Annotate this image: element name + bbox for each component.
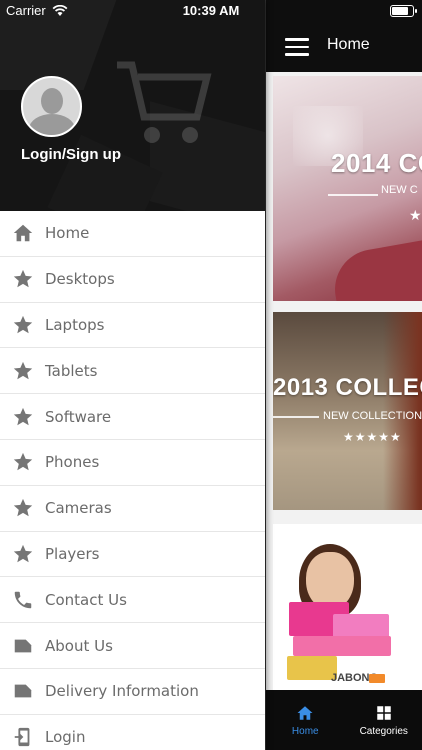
grid-icon <box>377 705 391 720</box>
sidebar-item-cameras[interactable]: Cameras <box>0 486 265 532</box>
banner-divider <box>273 416 319 418</box>
sidebar-item-about-us[interactable]: About Us <box>0 623 265 669</box>
login-icon <box>12 726 34 748</box>
sidebar-item-label: Contact Us <box>45 590 127 609</box>
sidebar-item-desktops[interactable]: Desktops <box>0 257 265 303</box>
status-time: 10:39 AM <box>182 3 240 18</box>
sidebar-item-home[interactable]: Home <box>0 211 265 257</box>
sidebar-item-label: Tablets <box>45 361 98 380</box>
tab-label: Categories <box>359 725 408 737</box>
login-signup-link[interactable]: Login/Sign up <box>21 146 121 163</box>
status-bar: Carrier 10:39 AM <box>0 0 422 22</box>
sidebar-item-contact-us[interactable]: Contact Us <box>0 577 265 624</box>
star-icon <box>12 406 34 428</box>
sidebar-item-label: Login <box>45 728 86 747</box>
sidebar-item-label: Delivery Information <box>45 682 199 701</box>
sidebar-item-label: Software <box>45 407 112 426</box>
banner-title: 2014 CO <box>331 148 422 178</box>
sidebar-item-label: Laptops <box>45 315 105 334</box>
sidebar-item-software[interactable]: Software <box>0 394 265 440</box>
drawer-menu: Home Desktops Laptops Tablets Software P… <box>0 211 265 750</box>
star-icon <box>12 360 34 382</box>
tab-label: Home <box>291 725 319 737</box>
sidebar-item-label: Phones <box>45 453 100 472</box>
sidebar-item-delivery-information[interactable]: Delivery Information <box>0 669 265 715</box>
tab-categories[interactable]: Categories <box>345 690 422 750</box>
label-icon <box>12 680 34 702</box>
avatar[interactable] <box>21 76 82 137</box>
sidebar-item-laptops[interactable]: Laptops <box>0 303 265 349</box>
star-icon: ★ <box>409 208 422 224</box>
battery-fill <box>392 7 409 15</box>
sidebar-item-players[interactable]: Players <box>0 532 265 578</box>
bottom-tab-bar: Home Categories <box>266 690 422 750</box>
banner-2014-collection[interactable]: 2014 CO NEW C ★ <box>273 76 422 301</box>
sidebar-item-label: About Us <box>45 636 113 655</box>
main-content[interactable]: Home 2014 CO NEW C ★ 2013 COLLECTI NEW C… <box>265 0 422 750</box>
phone-icon <box>12 589 34 611</box>
star-icon <box>12 451 34 473</box>
sidebar-item-tablets[interactable]: Tablets <box>0 348 265 395</box>
sidebar-item-label: Cameras <box>45 499 112 518</box>
label-icon <box>12 635 34 657</box>
banner-jabong-gifts[interactable]: JABONG <box>273 524 422 690</box>
rating-stars: ★★★★★ <box>343 430 402 444</box>
battery-icon <box>390 5 417 17</box>
brand-tag <box>369 674 385 683</box>
drawer-header: Login/Sign up <box>0 0 265 211</box>
tab-home[interactable]: Home <box>266 690 345 750</box>
navigation-drawer[interactable]: Login/Sign up Home Desktops Laptops Tabl… <box>0 0 265 750</box>
home-icon <box>12 222 34 244</box>
banner-subtitle: NEW COLLECTIONS <box>323 410 422 422</box>
gift-box <box>293 636 391 656</box>
sidebar-item-label: Players <box>45 544 100 563</box>
sidebar-item-phones[interactable]: Phones <box>0 440 265 486</box>
banner-title: 2013 COLLECTI <box>273 374 422 401</box>
star-icon <box>12 268 34 290</box>
gift-box <box>287 656 337 680</box>
cart-icon <box>117 61 212 143</box>
banner-divider <box>328 194 378 196</box>
star-icon <box>12 543 34 565</box>
hamburger-menu-icon[interactable] <box>285 38 309 56</box>
banner-subtitle: NEW C <box>381 184 418 196</box>
home-icon <box>297 705 313 720</box>
sidebar-item-login[interactable]: Login <box>0 715 265 750</box>
sidebar-item-label: Desktops <box>45 270 115 289</box>
sidebar-item-label: Home <box>45 224 90 243</box>
star-icon <box>12 314 34 336</box>
star-icon <box>12 497 34 519</box>
page-title: Home <box>327 36 370 53</box>
banner-2013-collection[interactable]: 2013 COLLECTI NEW COLLECTIONS ★★★★★ <box>273 312 422 510</box>
